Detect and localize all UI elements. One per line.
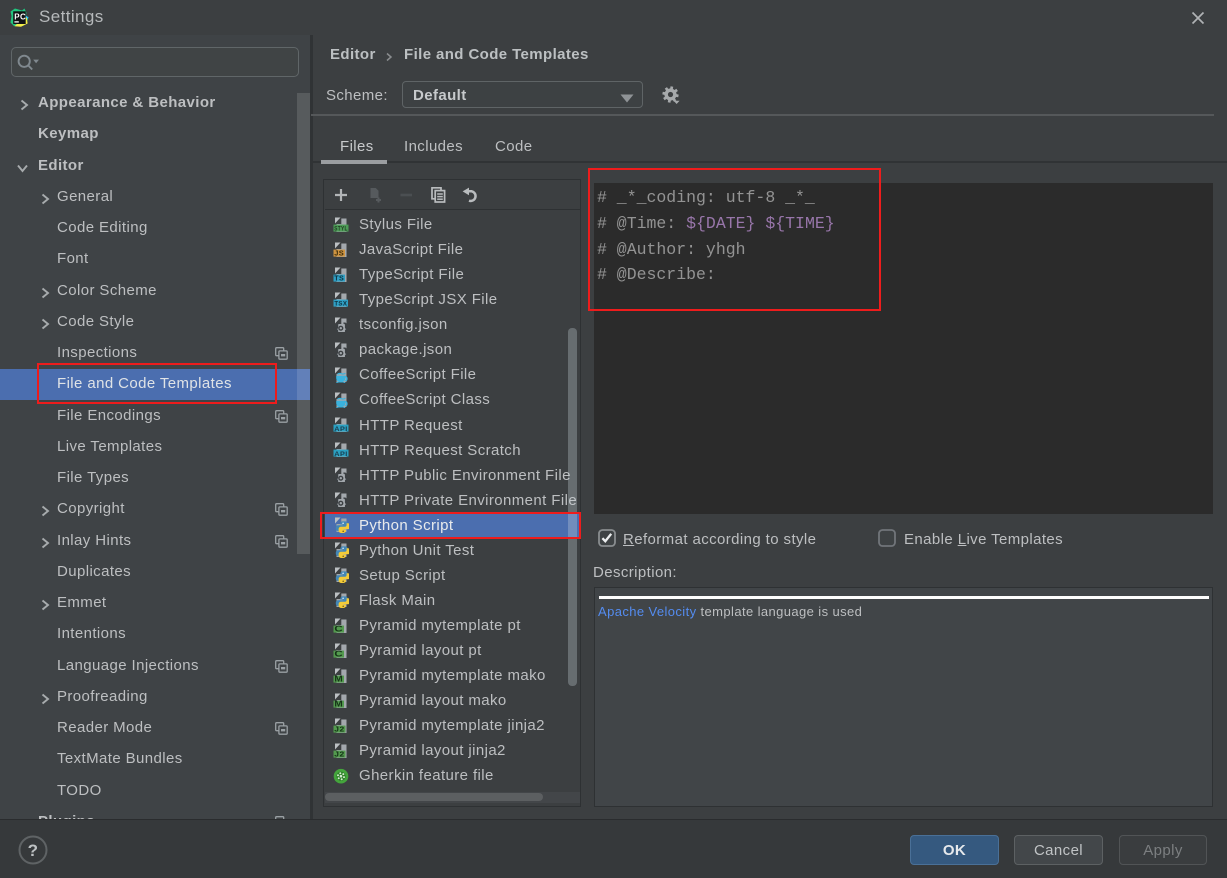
svg-text:M: M — [334, 674, 343, 683]
svg-text:STYL: STYL — [334, 225, 347, 232]
svg-text:C: C — [334, 624, 343, 633]
svg-text:TS: TS — [334, 273, 344, 282]
svg-text:API: API — [334, 426, 347, 433]
svg-text:API: API — [334, 451, 347, 458]
svg-text:J2: J2 — [334, 726, 344, 733]
svg-text:C: C — [334, 649, 343, 658]
svg-text:}: } — [343, 496, 349, 509]
svg-text:?: ? — [28, 841, 39, 860]
svg-text:}: } — [343, 470, 349, 483]
svg-text:JS: JS — [334, 248, 344, 257]
svg-text:}: } — [343, 345, 349, 358]
svg-text:PC: PC — [14, 13, 26, 22]
svg-text:}: } — [343, 320, 349, 333]
svg-text:TSX: TSX — [334, 300, 347, 307]
svg-text:M: M — [334, 699, 343, 708]
svg-text:J2: J2 — [334, 751, 344, 758]
